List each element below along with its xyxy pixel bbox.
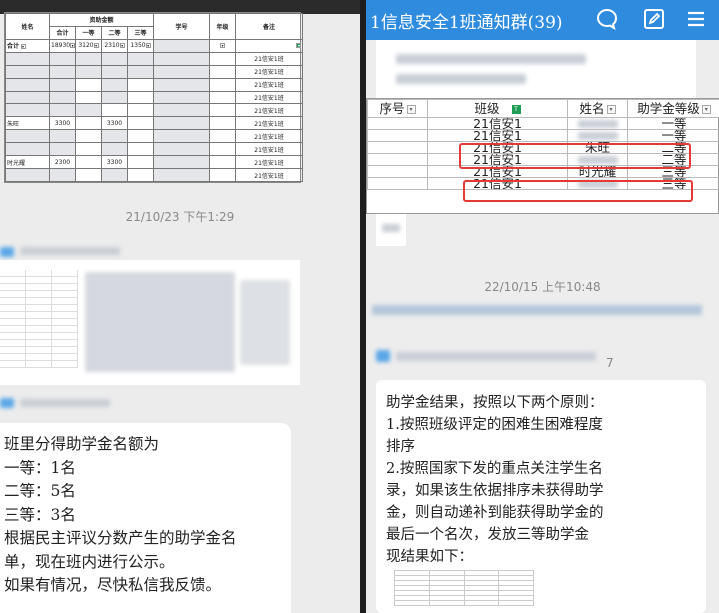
- header-note: 备注: [235, 13, 304, 40]
- table-row: 21信安1班: [5, 129, 304, 144]
- message-line: 三等：3名: [4, 505, 76, 524]
- header-third: 三等: [126, 25, 155, 40]
- filter-icon[interactable]: ▾: [220, 43, 226, 49]
- filter-icon[interactable]: ▾: [406, 105, 416, 114]
- message-line: 二等：5名: [4, 482, 76, 500]
- text-message[interactable]: 班里分得助学金名额为 一等：1名 二等：5名 三等：3名 根据民主评议分数产生的…: [0, 423, 291, 613]
- message-line: 最后一个名次，发放三等助学金: [386, 527, 589, 543]
- class-cell: 21信安1班: [235, 77, 304, 92]
- header-name: 姓名: [5, 13, 50, 40]
- chat-timestamp: 21/10/23 下午1:29: [125, 210, 235, 224]
- message-line: 现结果如下：: [386, 549, 473, 565]
- message-line: 1.按照班级评定的困难生困难程度: [386, 417, 603, 433]
- right-chat-screenshot: 1信息安全1班通知群(39) 序号 ▾ 班级 T 姓名 ▾ 助学金等级 ▾ 21信安1 一…: [366, 0, 719, 613]
- table-row: 21信安1班: [5, 168, 304, 182]
- message-line: 助学金结果，按照以下两个原则：: [386, 395, 604, 411]
- blurred-avatar: [0, 398, 14, 408]
- blurred-text: [382, 224, 400, 232]
- table-row: 朱旺 3300 3300 21信安1班: [5, 116, 304, 131]
- highlight-box: [463, 180, 693, 202]
- message-line: 班里分得助学金名额为: [4, 435, 160, 453]
- image-message[interactable]: [0, 260, 300, 385]
- message-line: 根据民主评议分数产生的助学金名: [4, 529, 237, 547]
- table-row: 21信安1班: [5, 64, 304, 79]
- filter-icon[interactable]: ▾: [701, 105, 711, 114]
- blurred-sender: [396, 352, 596, 361]
- highlight-box: [459, 143, 691, 169]
- class-cell: 21信安1班: [235, 116, 304, 131]
- message-line: 如果有情况，尽快私信我反馈。: [4, 576, 222, 594]
- student-name: 时光耀: [5, 155, 50, 170]
- filter-icon[interactable]: ▾: [145, 43, 151, 49]
- header-class: 班级 T: [427, 99, 568, 118]
- result-table-thumbnail[interactable]: [394, 570, 534, 613]
- funding-spreadsheet: 姓名 资助金额 学号 年级 备注 合计 一等 二等 三等 合计 ▾ 18930▾…: [4, 12, 304, 183]
- blurred-text: [396, 54, 586, 64]
- class-cell: 21信安1班: [235, 168, 304, 182]
- class-cell: 21信安1班: [235, 64, 304, 79]
- message-line: 录，如果该生依据排序未获得助学: [386, 483, 604, 499]
- message-line: 排序: [386, 439, 415, 455]
- class-cell: 21信安1班: [235, 129, 304, 144]
- chat-timestamp: 22/10/15 上午10:48: [484, 280, 601, 294]
- header-grade: 年级: [209, 13, 237, 40]
- sender-suffix: 7: [606, 356, 614, 370]
- table-row: 时光耀 2300 3300 21信安1班: [5, 155, 304, 170]
- menu-icon[interactable]: [684, 7, 708, 31]
- blurred-image-content: [240, 280, 290, 365]
- table-row: 21信安1班: [5, 77, 304, 92]
- class-cell: 21信安1班: [235, 51, 304, 66]
- filter-icon[interactable]: ▾: [606, 105, 616, 114]
- header-index: 序号 ▾: [367, 99, 428, 118]
- filter-icon[interactable]: ▾: [119, 43, 125, 49]
- blurred-sender: [20, 399, 110, 407]
- blurred-avatar: [376, 350, 390, 362]
- class-cell: 21信安1班: [235, 90, 304, 105]
- blurred-text: [396, 74, 526, 84]
- chat-header: 1信息安全1班通知群(39): [366, 0, 719, 40]
- class-cell: 21信安1班: [235, 142, 304, 157]
- filter-icon[interactable]: ▾: [20, 44, 26, 50]
- table-row: 21信安1 一等: [367, 129, 719, 142]
- left-chat-screenshot: 姓名 资助金额 学号 年级 备注 合计 一等 二等 三等 合计 ▾ 18930▾…: [0, 0, 360, 613]
- filter-icon[interactable]: ▾: [93, 43, 99, 49]
- table-row: 21信安1班: [5, 103, 304, 118]
- text-message[interactable]: 助学金结果，按照以下两个原则： 1.按照班级评定的困难生困难程度 排序 2.按照…: [376, 380, 706, 613]
- blurred-message[interactable]: [376, 40, 696, 100]
- header-total: 合计: [49, 25, 76, 40]
- filter-active-icon[interactable]: T: [511, 105, 521, 114]
- blurred-message[interactable]: [376, 214, 406, 246]
- blurred-sender: [20, 247, 120, 255]
- blurred-avatar: [0, 247, 14, 257]
- table-row: 21信安1班: [5, 90, 304, 105]
- table-row: 21信安1班: [5, 51, 304, 66]
- blurred-image-content: [85, 272, 235, 372]
- message-line: 2.按照国家下发的重点关注学生名: [386, 461, 603, 477]
- class-cell: 21信安1班: [235, 155, 304, 170]
- total-row: 合计 ▾ 18930▾ 3120▾ 2310▾ 1350▾ ▾ ▾: [5, 38, 304, 53]
- student-name: 朱旺: [5, 116, 50, 131]
- filter-icon[interactable]: ▾: [70, 43, 75, 49]
- table-row: 21信安1班: [5, 142, 304, 157]
- header-first: 一等: [75, 25, 102, 40]
- edit-icon[interactable]: [642, 7, 666, 31]
- group-title: 1信息安全1班通知群(39): [370, 13, 563, 33]
- header-amount: 资助金额: [48, 13, 155, 27]
- message-line: 金，则自动递补到能获得助学金的: [386, 505, 604, 521]
- message-line: 一等：1名: [4, 458, 76, 477]
- class-cell: 21信安1班: [235, 103, 304, 118]
- header-id: 学号: [153, 13, 211, 40]
- scholarship-spreadsheet: 序号 ▾ 班级 T 姓名 ▾ 助学金等级 ▾ 21信安1 一等 21信安1 一等 21信安1…: [366, 98, 719, 214]
- blurred-text: [372, 305, 702, 315]
- header-name: 姓名 ▾: [567, 99, 628, 118]
- header-second: 二等: [101, 25, 128, 40]
- chat-bubble-icon[interactable]: [595, 7, 619, 31]
- image-thumbnail-table: [0, 270, 78, 375]
- filter-active-icon[interactable]: ▾: [296, 43, 302, 49]
- header-level: 助学金等级 ▾: [627, 99, 719, 118]
- message-line: 单，现在班内进行公示。: [4, 552, 175, 571]
- table-row: 21信安1 一等: [367, 117, 719, 130]
